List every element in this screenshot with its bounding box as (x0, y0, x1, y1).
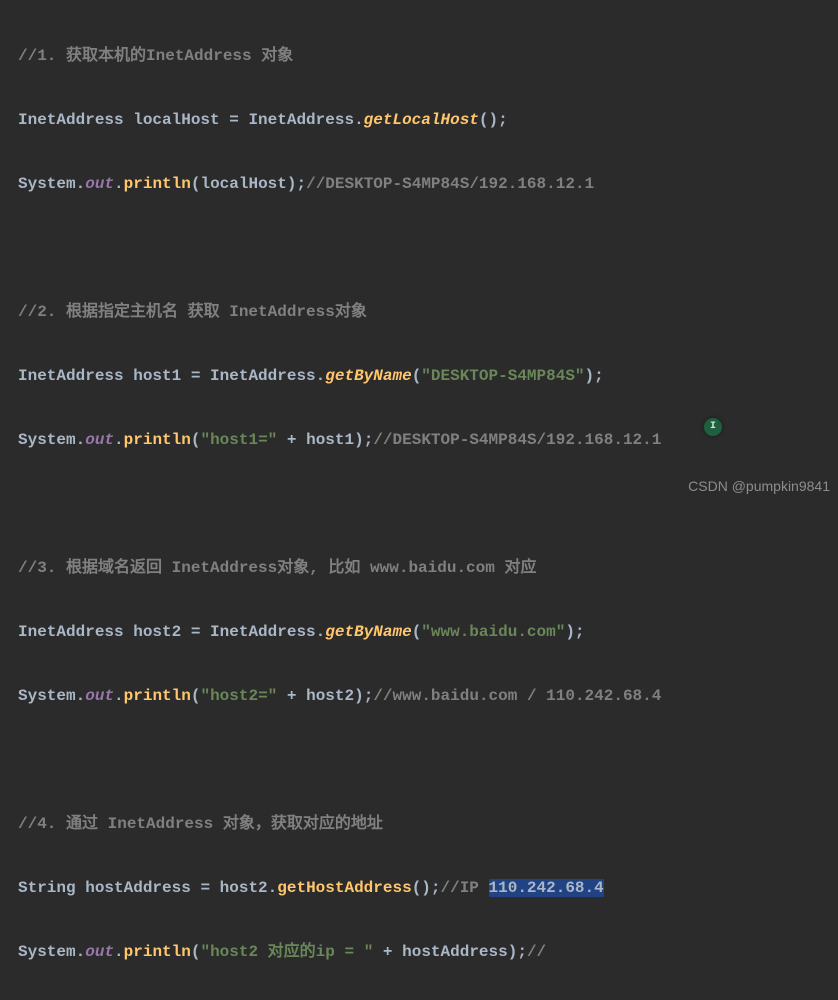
code-block: //1. 获取本机的InetAddress 对象 InetAddress loc… (0, 0, 838, 1000)
code-line: System.out.println("host2=" + host2);//w… (18, 680, 838, 712)
watermark-text: CSDN @pumpkin9841 (688, 472, 830, 500)
code-line: InetAddress localHost = InetAddress.getL… (18, 104, 838, 136)
blank-line (18, 744, 838, 776)
selected-text: 110.242.68.4 (489, 879, 604, 897)
code-line: InetAddress host1 = InetAddress.getByNam… (18, 360, 838, 392)
code-line: InetAddress host2 = InetAddress.getByNam… (18, 616, 838, 648)
code-line-comment: //1. 获取本机的InetAddress 对象 (18, 40, 838, 72)
cursor-caret-icon: I (704, 418, 722, 436)
code-line: String hostAddress = host2.getHostAddres… (18, 872, 838, 904)
code-line-comment: //2. 根据指定主机名 获取 InetAddress对象 (18, 296, 838, 328)
code-line-comment: //4. 通过 InetAddress 对象，获取对应的地址 (18, 808, 838, 840)
code-line: System.out.println("host2 对应的ip = " + ho… (18, 936, 838, 968)
blank-line (18, 232, 838, 264)
code-line: System.out.println(localHost);//DESKTOP-… (18, 168, 838, 200)
code-line-comment: //3. 根据域名返回 InetAddress对象, 比如 www.baidu.… (18, 552, 838, 584)
